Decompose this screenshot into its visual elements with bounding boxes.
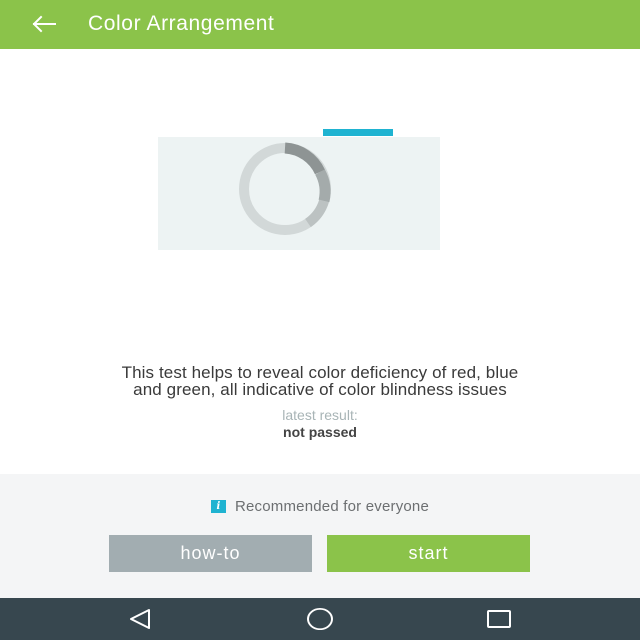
latest-result-label: latest result: bbox=[282, 407, 358, 423]
preview-accent-bar bbox=[323, 129, 393, 136]
page-title: Color Arrangement bbox=[88, 12, 275, 35]
nav-recents-button[interactable] bbox=[469, 598, 529, 640]
nav-home-button[interactable] bbox=[290, 598, 350, 640]
how-to-button[interactable]: how-to bbox=[109, 535, 312, 572]
recommendation-row: i Recommended for everyone bbox=[0, 498, 640, 515]
arrow-left-icon bbox=[32, 15, 56, 33]
start-button[interactable]: start bbox=[327, 535, 530, 572]
description-line-2: and green, all indicative of color blind… bbox=[133, 380, 507, 399]
system-nav-bar bbox=[0, 598, 640, 640]
recommendation-text: Recommended for everyone bbox=[234, 498, 430, 515]
info-icon: i bbox=[210, 500, 226, 513]
footer-panel: i Recommended for everyone how-to start bbox=[0, 474, 640, 598]
back-triangle-icon bbox=[130, 609, 150, 629]
ring-progress-graphic bbox=[239, 142, 331, 235]
latest-result-value: not passed bbox=[283, 424, 357, 440]
recents-square-icon bbox=[487, 610, 511, 628]
nav-back-button[interactable] bbox=[110, 598, 170, 640]
app-bar: Color Arrangement bbox=[0, 0, 640, 49]
description-line-1: This test helps to reveal color deficien… bbox=[121, 363, 519, 382]
home-circle-icon bbox=[307, 608, 333, 630]
test-description: This test helps to reveal color deficien… bbox=[20, 364, 620, 398]
back-button[interactable] bbox=[24, 6, 64, 42]
test-preview-image bbox=[158, 137, 440, 250]
